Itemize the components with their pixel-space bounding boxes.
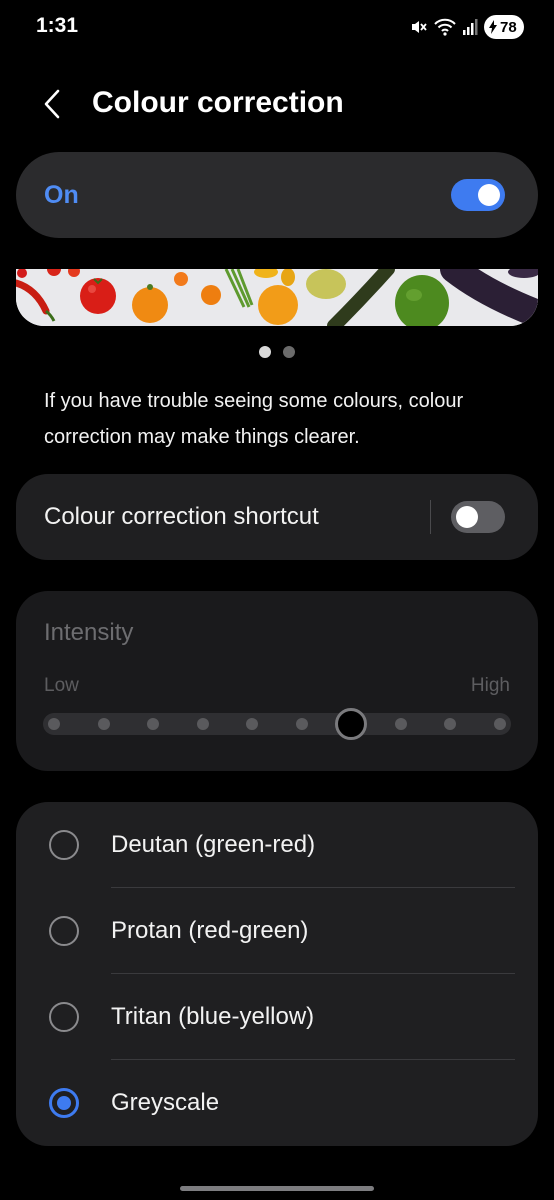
home-indicator[interactable] bbox=[180, 1186, 374, 1191]
description-text: If you have trouble seeing some colours,… bbox=[44, 390, 464, 448]
shortcut-label: Colour correction shortcut bbox=[44, 503, 319, 530]
radio-button[interactable] bbox=[49, 1088, 79, 1118]
option-label: Protan (red-green) bbox=[111, 917, 309, 944]
shortcut-toggle-switch[interactable] bbox=[451, 501, 505, 533]
battery-indicator: 78 bbox=[484, 15, 524, 39]
header: Colour correction bbox=[0, 72, 554, 136]
switch-knob bbox=[478, 184, 500, 206]
intensity-high-label: High bbox=[470, 675, 510, 696]
option-label: Tritan (blue-yellow) bbox=[111, 1003, 315, 1030]
radio-button[interactable] bbox=[49, 916, 79, 946]
correction-mode-list: Deutan (green-red) Protan (red-green) Tr… bbox=[16, 802, 538, 1146]
intensity-title: Intensity bbox=[44, 619, 134, 646]
master-toggle-switch[interactable] bbox=[451, 179, 505, 211]
option-row-protan[interactable]: Protan (red-green) bbox=[16, 888, 538, 974]
intensity-slider-step bbox=[97, 718, 110, 730]
wifi-icon bbox=[434, 18, 456, 36]
page-dot-active[interactable] bbox=[259, 346, 271, 358]
preview-page-indicator bbox=[0, 346, 554, 360]
mute-icon bbox=[410, 18, 428, 36]
radio-button[interactable] bbox=[49, 830, 79, 860]
switch-knob bbox=[456, 506, 478, 528]
battery-charging-icon bbox=[489, 20, 497, 34]
intensity-slider-step bbox=[196, 718, 209, 730]
intensity-slider-step bbox=[394, 718, 407, 730]
preview-image bbox=[16, 269, 538, 326]
intensity-slider-step bbox=[246, 718, 259, 730]
option-label: Greyscale bbox=[111, 1089, 220, 1116]
status-bar: 1:31 78 bbox=[0, 0, 554, 56]
radio-button[interactable] bbox=[49, 1002, 79, 1032]
option-row-greyscale[interactable]: Greyscale bbox=[16, 1060, 538, 1146]
page-dot-inactive[interactable] bbox=[283, 346, 295, 358]
status-icons: 78 bbox=[410, 14, 524, 40]
intensity-slider-step bbox=[494, 718, 506, 730]
intensity-slider-step bbox=[444, 718, 457, 730]
shortcut-card[interactable]: Colour correction shortcut bbox=[16, 474, 538, 560]
intensity-card: Intensity Low High bbox=[16, 591, 538, 771]
option-row-tritan[interactable]: Tritan (blue-yellow) bbox=[16, 974, 538, 1060]
intensity-slider-thumb[interactable] bbox=[335, 708, 368, 740]
master-toggle-label: On bbox=[44, 181, 79, 209]
chevron-left-icon bbox=[44, 89, 60, 119]
battery-level: 78 bbox=[500, 18, 517, 36]
master-toggle-card[interactable]: On bbox=[16, 152, 538, 238]
option-label: Deutan (green-red) bbox=[111, 831, 316, 858]
vegetables-preview-illustration bbox=[16, 269, 538, 326]
intensity-slider-step bbox=[147, 718, 160, 730]
status-time: 1:31 bbox=[36, 14, 79, 37]
intensity-slider[interactable] bbox=[43, 708, 511, 740]
intensity-slider-step bbox=[295, 718, 308, 730]
vertical-divider bbox=[430, 500, 431, 534]
intensity-slider-step bbox=[48, 718, 60, 730]
intensity-low-label: Low bbox=[44, 675, 79, 696]
page-title: Colour correction bbox=[92, 86, 344, 119]
signal-icon bbox=[462, 18, 478, 36]
option-row-deutan[interactable]: Deutan (green-red) bbox=[16, 802, 538, 888]
back-button[interactable] bbox=[30, 82, 74, 126]
